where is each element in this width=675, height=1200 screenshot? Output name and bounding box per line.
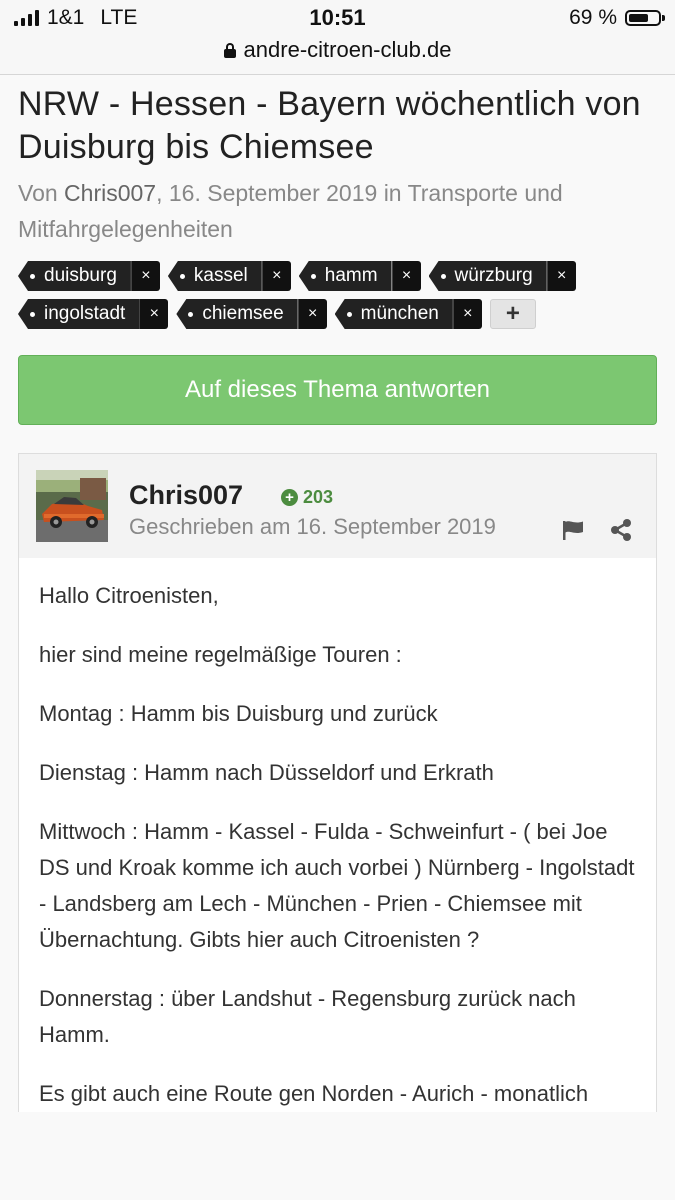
- tag-remove-icon[interactable]: ×: [546, 261, 576, 291]
- url-text: andre-citroen-club.de: [243, 37, 452, 62]
- post-paragraph: Donnerstag : über Landshut - Regensburg …: [39, 986, 576, 1047]
- post-paragraph: Mittwoch : Hamm - Kassel - Fulda - Schwe…: [39, 819, 635, 952]
- post-paragraph: Montag : Hamm bis Duisburg und zurück: [39, 701, 438, 726]
- flag-icon[interactable]: [561, 518, 585, 542]
- topic-meta: Von Chris007, 16. September 2019 in Tran…: [18, 175, 657, 247]
- share-icon[interactable]: [609, 518, 633, 542]
- reputation-count: 203: [303, 487, 334, 507]
- tag-label[interactable]: hamm: [298, 261, 392, 291]
- tag-item[interactable]: ingolstadt ×: [18, 299, 169, 329]
- tag-label[interactable]: würzburg: [428, 261, 547, 291]
- avatar-car-image: [36, 470, 108, 542]
- tag-item[interactable]: hamm ×: [298, 261, 421, 291]
- tag-label[interactable]: ingolstadt: [18, 299, 140, 329]
- status-bar: 1&1 LTE 10:51 69 % andre-citroen-club.de: [0, 0, 675, 75]
- tag-remove-icon[interactable]: ×: [391, 261, 421, 291]
- tag-remove-icon[interactable]: ×: [452, 299, 482, 329]
- post-paragraph: Dienstag : Hamm nach Düsseldorf und Erkr…: [39, 760, 494, 785]
- tag-label[interactable]: kassel: [167, 261, 262, 291]
- tag-item[interactable]: kassel ×: [167, 261, 291, 291]
- tag-remove-icon[interactable]: ×: [139, 299, 169, 329]
- post-paragraph: hier sind meine regelmäßige Touren :: [39, 642, 402, 667]
- avatar[interactable]: [36, 470, 108, 542]
- post-card: Chris007 + 203 Geschrieben am 16. Septem…: [18, 453, 657, 1112]
- battery-percent: 69 %: [569, 6, 617, 29]
- reply-button[interactable]: Auf dieses Thema antworten: [18, 355, 657, 425]
- page-content: NRW - Hessen - Bayern wöchentlich von Du…: [0, 83, 675, 1112]
- address-bar[interactable]: andre-citroen-club.de: [0, 37, 675, 63]
- post-paragraph: Hallo Citroenisten,: [39, 583, 219, 608]
- tag-label[interactable]: münchen: [334, 299, 453, 329]
- tag-remove-icon[interactable]: ×: [130, 261, 160, 291]
- meta-prefix: Von: [18, 180, 58, 206]
- tag-remove-icon[interactable]: ×: [297, 299, 327, 329]
- post-paragraph: Es gibt auch eine Route gen Norden - Aur…: [39, 1081, 589, 1106]
- plus-circle-icon: +: [281, 489, 298, 506]
- post-body: Hallo Citroenisten, hier sind meine rege…: [19, 558, 656, 1112]
- add-tag-button[interactable]: +: [489, 299, 536, 329]
- tag-item[interactable]: münchen ×: [334, 299, 482, 329]
- post-username[interactable]: Chris007: [129, 480, 243, 511]
- tag-item[interactable]: würzburg ×: [428, 261, 576, 291]
- battery-icon: [625, 10, 665, 26]
- tag-item[interactable]: chiemsee ×: [176, 299, 327, 329]
- tag-remove-icon[interactable]: ×: [261, 261, 291, 291]
- post-date[interactable]: Geschrieben am 16. September 2019: [129, 514, 496, 540]
- tag-label[interactable]: chiemsee: [176, 299, 298, 329]
- lock-icon: [223, 42, 236, 58]
- post-header: Chris007 + 203 Geschrieben am 16. Septem…: [19, 454, 656, 558]
- author-link[interactable]: Chris007: [64, 180, 156, 206]
- status-right: 69 %: [569, 6, 665, 30]
- page-title: NRW - Hessen - Bayern wöchentlich von Du…: [18, 85, 641, 166]
- tag-label[interactable]: duisburg: [18, 261, 131, 291]
- tag-item[interactable]: duisburg ×: [18, 261, 160, 291]
- reputation-badge[interactable]: + 203: [281, 487, 333, 508]
- tag-list: duisburg × kassel × hamm × würzburg × in…: [18, 261, 598, 329]
